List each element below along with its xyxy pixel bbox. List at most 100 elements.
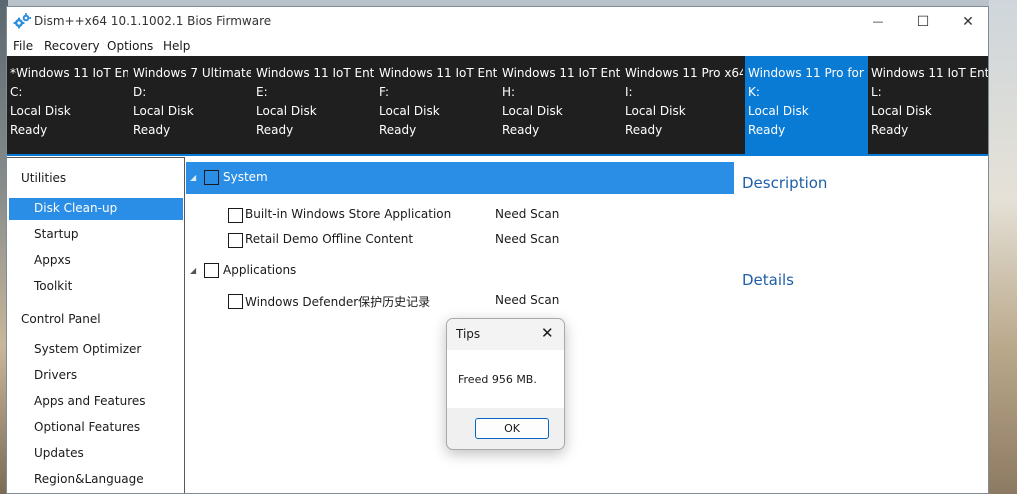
title-bar[interactable]: Dism++x64 10.1.1002.1 Bios Firmware — ☐ … [7,7,988,36]
sidebar: Utilities Disk Clean-up Startup Appxs To… [7,157,185,493]
collapse-triangle-icon[interactable]: ◢ [190,266,196,275]
sidebar-item-updates[interactable]: Updates [9,443,183,465]
sidebar-item-toolkit[interactable]: Toolkit [9,276,183,298]
sidebar-item-disk-clean-up[interactable]: Disk Clean-up [9,198,183,220]
item-checkbox[interactable] [228,294,243,309]
tab-drive-l[interactable]: Windows 11 IoT Enterprise L: Local Disk … [868,56,989,155]
minimize-icon: — [872,15,884,28]
tab-drive-i[interactable]: Windows 11 Pro x64 I: Local Disk Ready [622,56,745,155]
collapse-triangle-icon[interactable]: ◢ [190,173,196,182]
sidebar-item-label: Updates [34,446,84,460]
image-tab-strip: *Windows 11 IoT Enterprise C: Local Disk… [7,56,989,155]
tab-type: Local Disk [379,104,440,118]
tab-status: Ready [133,123,171,137]
tab-type: Local Disk [625,104,686,118]
gear-icon [13,13,31,29]
sidebar-section-control-panel[interactable]: Control Panel [21,312,101,326]
item-checkbox[interactable] [228,208,243,223]
sidebar-item-apps-and-features[interactable]: Apps and Features [9,391,183,413]
group-checkbox[interactable] [204,170,219,185]
menu-help[interactable]: Help [163,39,190,53]
tab-drive: C: [10,85,23,99]
sidebar-item-label: Appxs [34,253,71,267]
desktop-wallpaper-right [989,0,1017,494]
tab-drive: I: [625,85,633,99]
sidebar-item-label: Disk Clean-up [34,201,118,215]
tab-status: Ready [871,123,909,137]
info-panel: Description Details [734,156,988,493]
sidebar-item-label: Startup [34,227,79,241]
window-title: Dism++x64 10.1.1002.1 Bios Firmware [34,14,272,28]
tab-name: Windows 11 IoT Enterprise [871,66,989,80]
tab-drive: K: [748,85,760,99]
close-icon: ✕ [962,13,974,30]
tab-status: Ready [379,123,417,137]
tab-drive-k[interactable]: Windows 11 Pro for Workstations K: Local… [745,56,868,155]
tab-name: Windows 7 Ultimate x64 [133,66,251,80]
sidebar-item-optional-features[interactable]: Optional Features [9,417,183,439]
tab-drive: D: [133,85,147,99]
tab-status: Ready [748,123,786,137]
tab-drive: F: [379,85,390,99]
tab-type: Local Disk [871,104,932,118]
tab-type: Local Disk [502,104,563,118]
sidebar-item-system-optimizer[interactable]: System Optimizer [9,339,183,361]
tab-drive: L: [871,85,882,99]
cleanup-item-store-apps[interactable]: Built-in Windows Store Application Need … [186,203,734,227]
item-status: Need Scan [495,207,560,221]
tab-type: Local Disk [256,104,317,118]
sidebar-item-region-language[interactable]: Region&Language [9,469,183,491]
item-status: Need Scan [495,232,560,246]
maximize-button[interactable]: ☐ [900,7,946,36]
sidebar-item-label: Optional Features [34,420,141,434]
tab-drive-h[interactable]: Windows 11 IoT Enterprise H: Local Disk … [499,56,622,155]
tab-status: Ready [502,123,540,137]
dialog-close-icon[interactable]: ✕ [541,324,554,342]
item-label: Windows Defender保护历史记录 [245,295,431,309]
dialog-title-bar[interactable]: Tips ✕ [447,319,564,350]
dialog-message: Freed 956 MB. [458,373,537,386]
item-label: Built-in Windows Store Application [245,207,452,221]
tab-drive: E: [256,85,268,99]
maximize-icon: ☐ [916,13,930,30]
tab-type: Local Disk [133,104,194,118]
close-button[interactable]: ✕ [945,7,988,36]
sidebar-item-label: Apps and Features [34,394,146,408]
sidebar-item-drivers[interactable]: Drivers [9,365,183,387]
sidebar-section-utilities[interactable]: Utilities [21,171,66,185]
tab-name: Windows 11 Pro for Workstations [748,66,866,80]
tab-drive-f[interactable]: Windows 11 IoT Enterprise F: Local Disk … [376,56,499,155]
minimize-button[interactable]: — [855,7,901,36]
cleanup-group-applications[interactable]: ◢ Applications [186,255,734,287]
tab-type: Local Disk [748,104,809,118]
tab-drive: H: [502,85,516,99]
menu-bar: File Recovery Options Help [7,36,988,56]
tab-drive-c[interactable]: *Windows 11 IoT Enterprise C: Local Disk… [7,56,130,155]
tab-name: Windows 11 IoT Enterprise [379,66,497,80]
menu-options[interactable]: Options [107,39,153,53]
tab-status: Ready [625,123,663,137]
dism-window: Dism++x64 10.1.1002.1 Bios Firmware — ☐ … [6,6,989,494]
tips-dialog: Tips ✕ Freed 956 MB. OK [446,318,565,450]
cleanup-item-retail-demo[interactable]: Retail Demo Offline Content Need Scan [186,228,734,252]
item-checkbox[interactable] [228,233,243,248]
group-label: System [223,170,268,184]
sidebar-item-startup[interactable]: Startup [9,224,183,246]
tab-drive-d[interactable]: Windows 7 Ultimate x64 D: Local Disk Rea… [130,56,253,155]
tab-status: Ready [10,123,48,137]
tab-drive-e[interactable]: Windows 11 IoT Enterprise E: Local Disk … [253,56,376,155]
menu-recovery[interactable]: Recovery [44,39,100,53]
menu-file[interactable]: File [13,39,33,53]
tab-name: *Windows 11 IoT Enterprise [10,66,128,80]
cleanup-item-defender-history[interactable]: Windows Defender保护历史记录 Need Scan [186,289,734,313]
tab-type: Local Disk [10,104,71,118]
sidebar-item-label: Toolkit [34,279,73,293]
group-checkbox[interactable] [204,263,219,278]
cleanup-group-system[interactable]: ◢ System [186,162,734,194]
tab-status: Ready [256,123,294,137]
dialog-body: Freed 956 MB. [447,350,564,408]
sidebar-item-appxs[interactable]: Appxs [9,250,183,272]
sidebar-item-label: Drivers [34,368,78,382]
sidebar-item-label: Region&Language [34,472,144,486]
ok-button[interactable]: OK [475,418,549,439]
